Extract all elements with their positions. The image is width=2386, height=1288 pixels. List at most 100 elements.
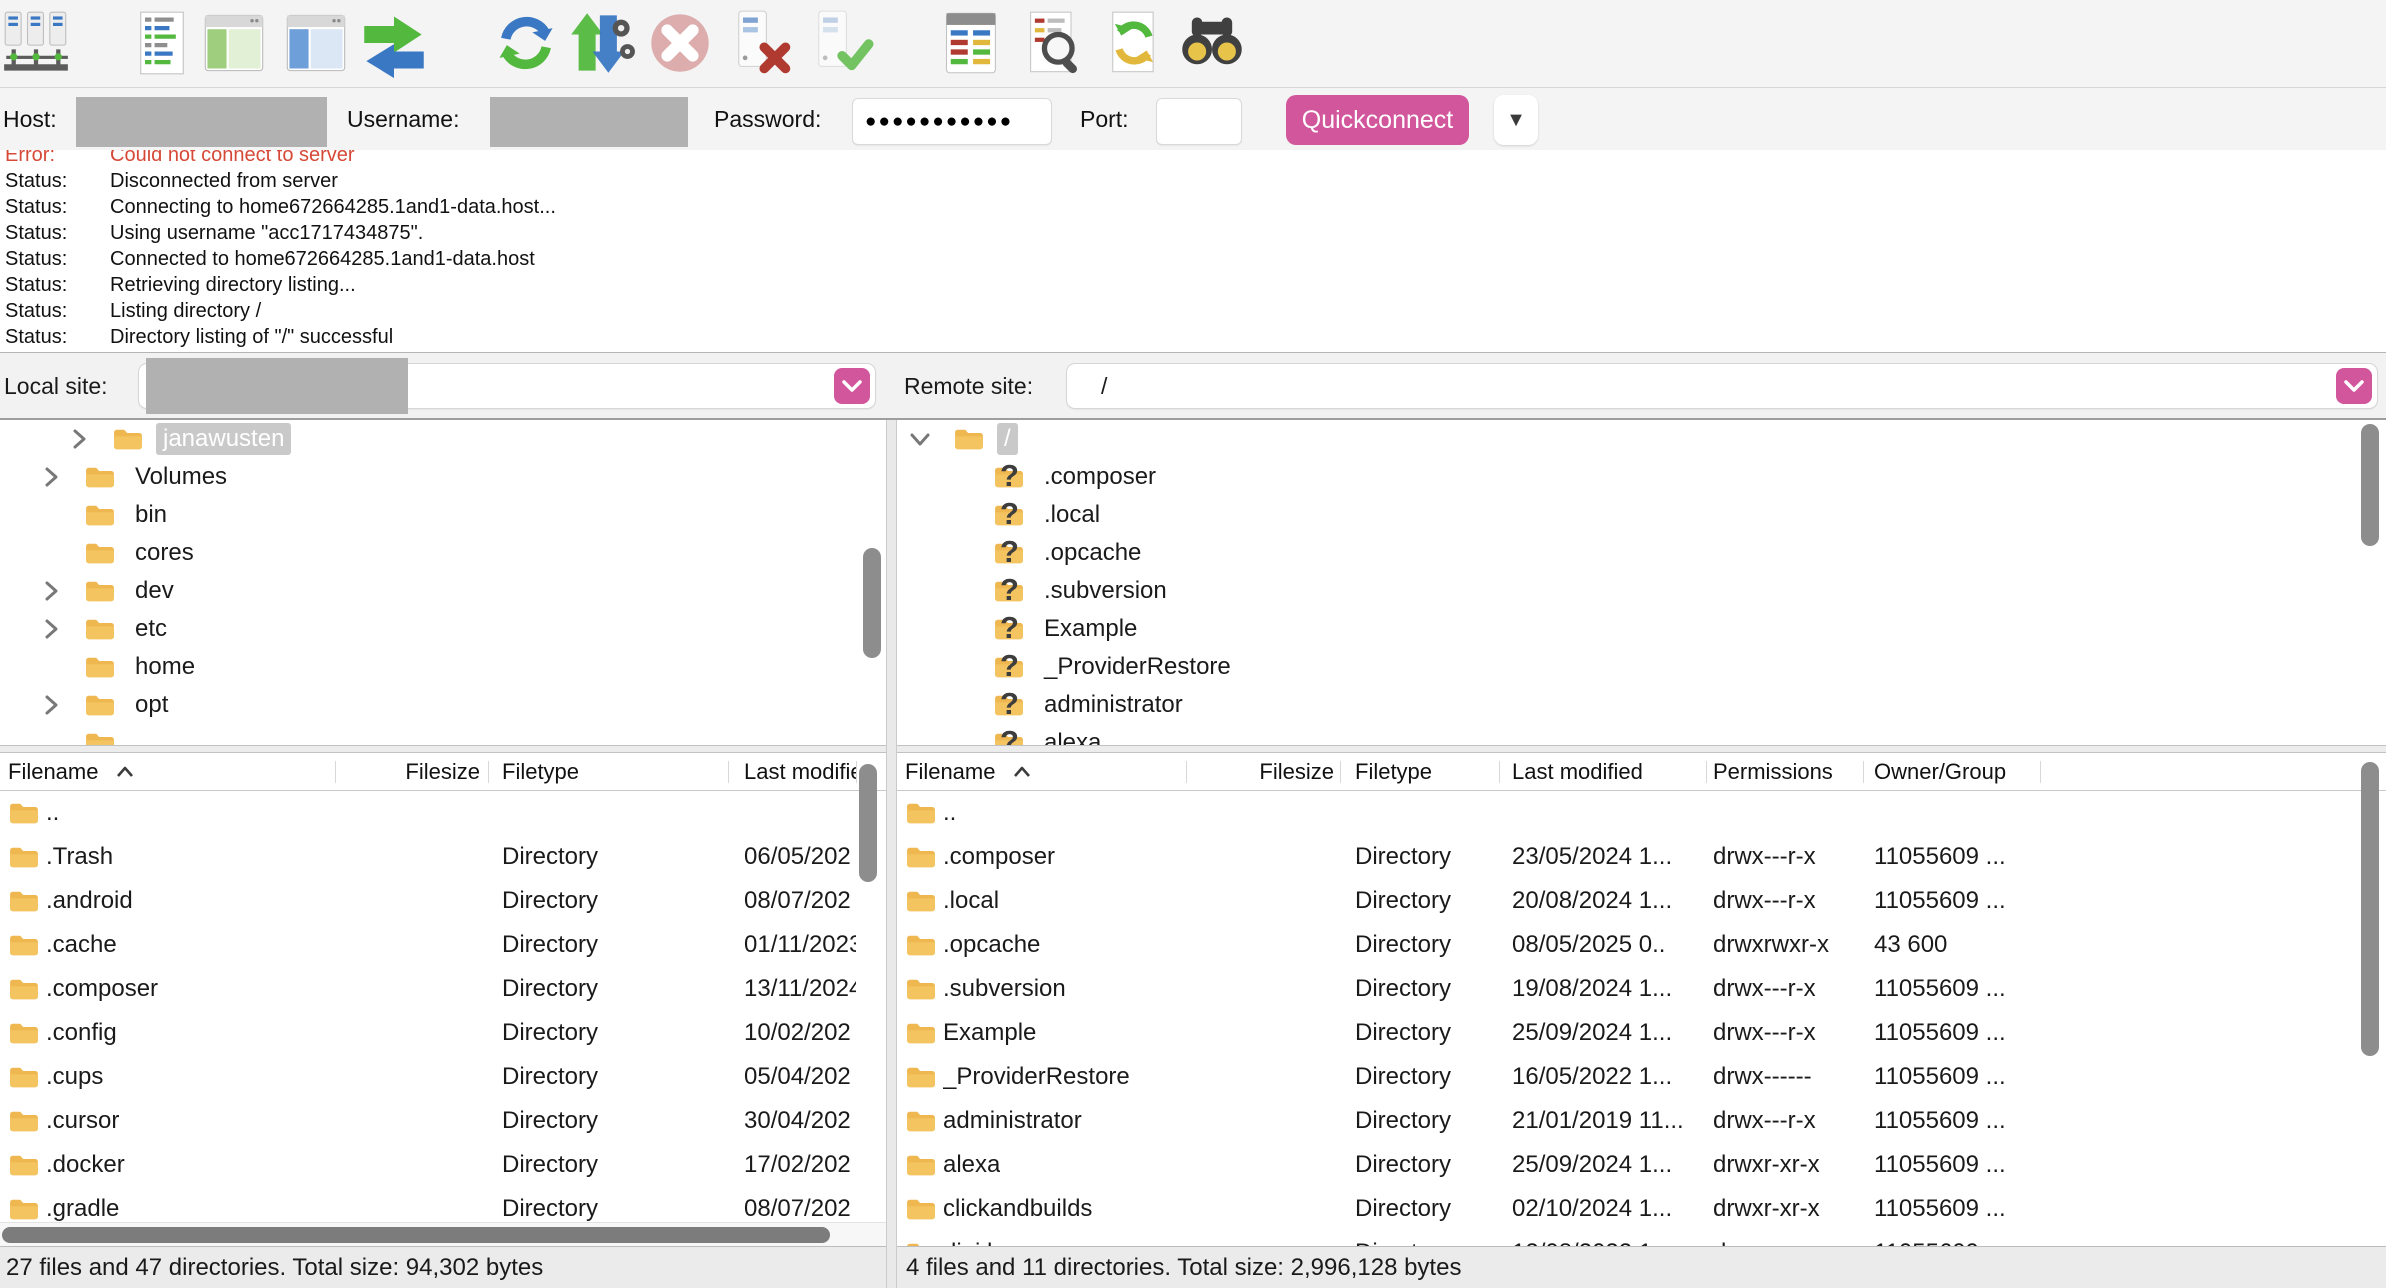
disconnect-button[interactable] (726, 8, 794, 78)
tree-item[interactable]: / (897, 420, 2386, 458)
tree-item[interactable]: home (0, 648, 886, 686)
column-header-filetype[interactable]: Filetype (502, 753, 579, 791)
port-input[interactable] (1156, 98, 1242, 145)
password-input[interactable]: ●●●●●●●●●●● (852, 98, 1052, 145)
reconnect-button[interactable] (806, 8, 874, 78)
column-header-owner-group[interactable]: Owner/Group (1874, 753, 2006, 791)
column-divider[interactable] (488, 761, 489, 783)
quickconnect-button[interactable]: Quickconnect (1286, 95, 1469, 145)
column-header-filename[interactable]: Filename (8, 753, 135, 791)
column-header-permissions[interactable]: Permissions (1713, 753, 1833, 791)
column-divider[interactable] (1499, 761, 1500, 783)
file-row[interactable]: .opcacheDirectory08/05/2025 0..drwxrwxr-… (897, 923, 2386, 967)
chevron-down-icon[interactable] (903, 427, 937, 451)
column-divider[interactable] (335, 761, 336, 783)
file-row[interactable]: administratorDirectory21/01/2019 11...dr… (897, 1099, 2386, 1143)
file-row[interactable]: digi.homesDirectory12/08/2022 1...drwx--… (897, 1231, 2386, 1246)
tree-item[interactable]: bin (0, 496, 886, 534)
file-row[interactable]: .androidDirectory08/07/202 (0, 879, 886, 923)
local-list-scrollbar[interactable] (859, 764, 877, 882)
filename-filters-button[interactable] (1020, 8, 1088, 78)
filename-cell: .Trash (46, 835, 113, 879)
file-row[interactable]: alexaDirectory25/09/2024 1...drwxr-xr-x1… (897, 1143, 2386, 1187)
remote-site-dropdown-button[interactable] (2336, 368, 2372, 404)
synchronized-browsing-button[interactable] (1100, 8, 1168, 78)
file-row[interactable]: .configDirectory10/02/202 (0, 1011, 886, 1055)
column-header-filesize[interactable]: Filesize (1189, 753, 1334, 791)
file-row[interactable]: .. (0, 791, 886, 835)
column-header-last-modified[interactable]: Last modified (1512, 753, 1643, 791)
file-row[interactable]: .composerDirectory23/05/2024 1...drwx---… (897, 835, 2386, 879)
cancel-button[interactable] (646, 8, 714, 78)
file-row[interactable]: .subversionDirectory19/08/2024 1...drwx-… (897, 967, 2386, 1011)
column-divider[interactable] (1186, 761, 1187, 783)
column-divider[interactable] (2040, 761, 2041, 783)
file-row[interactable]: ExampleDirectory25/09/2024 1...drwx---r-… (897, 1011, 2386, 1055)
tree-item[interactable]: ?administrator (897, 686, 2386, 724)
remote-tree-scrollbar[interactable] (2361, 424, 2379, 546)
column-header-filesize[interactable]: Filesize (340, 753, 480, 791)
tree-item[interactable]: opt (0, 686, 886, 724)
file-row[interactable]: clickandbuildsDirectory02/10/2024 1...dr… (897, 1187, 2386, 1231)
tree-item[interactable]: ?.subversion (897, 572, 2386, 610)
tree-item[interactable]: Volumes (0, 458, 886, 496)
chevron-right-icon[interactable] (34, 579, 68, 603)
tree-item-label: .local (1037, 499, 1107, 531)
chevron-right-icon[interactable] (34, 617, 68, 641)
tree-item[interactable]: cores (0, 534, 886, 572)
modified-cell: 17/02/202 (744, 1143, 856, 1187)
chevron-right-icon[interactable] (62, 427, 96, 451)
file-row[interactable]: .cacheDirectory01/11/2023 (0, 923, 886, 967)
file-row[interactable]: .composerDirectory13/11/2024 (0, 967, 886, 1011)
column-divider[interactable] (1706, 761, 1707, 783)
column-divider[interactable] (1863, 761, 1864, 783)
file-row[interactable]: .. (897, 791, 2386, 835)
host-input[interactable] (76, 97, 327, 147)
local-tree-toggle-button[interactable] (200, 8, 268, 78)
site-manager-button[interactable] (2, 8, 70, 78)
tree-item[interactable]: ?.local (897, 496, 2386, 534)
process-queue-button[interactable] (568, 8, 636, 78)
file-row[interactable]: .TrashDirectory06/05/202 (0, 835, 886, 879)
column-divider[interactable] (856, 761, 857, 783)
tree-item[interactable]: ?.composer (897, 458, 2386, 496)
tree-item[interactable]: ?_ProviderRestore (897, 648, 2386, 686)
tree-item[interactable]: ?Example (897, 610, 2386, 648)
column-divider[interactable] (1340, 761, 1341, 783)
file-row[interactable]: .cursorDirectory30/04/202 (0, 1099, 886, 1143)
tree-item[interactable]: ?.opcache (897, 534, 2386, 572)
local-hscroll-thumb[interactable] (2, 1227, 830, 1243)
tree-item[interactable] (0, 724, 886, 745)
remote-list-scrollbar[interactable] (2361, 762, 2379, 1056)
remote-site-combobox[interactable]: / (1066, 363, 2378, 409)
remote-tree-toggle-button[interactable] (282, 8, 350, 78)
transfer-queue-toggle-button[interactable] (360, 8, 428, 78)
find-files-button[interactable] (1178, 8, 1246, 78)
chevron-right-icon[interactable] (34, 465, 68, 489)
chevron-right-icon[interactable] (34, 693, 68, 717)
file-row[interactable]: .dockerDirectory17/02/202 (0, 1143, 886, 1187)
local-site-combobox[interactable] (138, 363, 876, 409)
username-input[interactable] (490, 97, 688, 147)
tree-item[interactable]: janawusten (0, 420, 886, 458)
tree-list-splitter[interactable] (0, 745, 2386, 753)
panel-splitter[interactable] (886, 420, 897, 1288)
directory-comparison-button[interactable] (938, 8, 1006, 78)
column-header-last-modified[interactable]: Last modified (744, 753, 856, 791)
message-log-toggle-button[interactable] (128, 8, 196, 78)
tree-item[interactable]: dev (0, 572, 886, 610)
column-header-filetype[interactable]: Filetype (1355, 753, 1432, 791)
file-row[interactable]: .cupsDirectory05/04/202 (0, 1055, 886, 1099)
local-tree-scrollbar[interactable] (863, 548, 881, 658)
tree-item[interactable]: etc (0, 610, 886, 648)
column-header-filename[interactable]: Filename (905, 753, 1032, 791)
local-site-dropdown-button[interactable] (834, 368, 870, 404)
column-divider[interactable] (728, 761, 729, 783)
tree-arrow-placeholder (34, 655, 68, 679)
refresh-button[interactable] (492, 8, 560, 78)
file-row[interactable]: _ProviderRestoreDirectory16/05/2022 1...… (897, 1055, 2386, 1099)
tree-item[interactable]: ?alexa (897, 724, 2386, 745)
file-row[interactable]: .gradleDirectory08/07/202 (0, 1187, 886, 1222)
file-row[interactable]: .localDirectory20/08/2024 1...drwx---r-x… (897, 879, 2386, 923)
quickconnect-dropdown-button[interactable]: ▼ (1494, 95, 1538, 145)
